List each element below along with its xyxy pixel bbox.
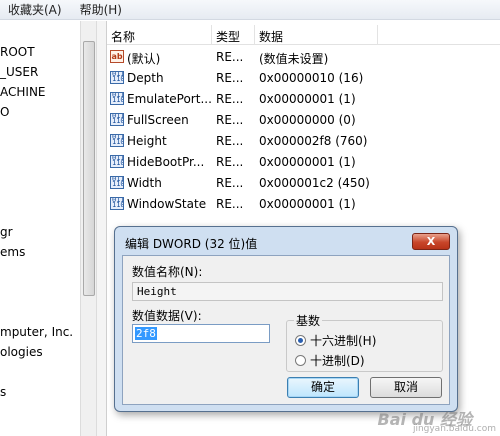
column-divider[interactable] [377, 25, 378, 45]
registry-tree: ROOT _USER ACHINE O gr ems mputer, Inc. … [0, 21, 80, 436]
value-data-label: 数值数据(V): [132, 309, 202, 323]
list-item[interactable]: 011 110 Width RE... 0x000001c2 (450) [107, 173, 500, 194]
close-button[interactable]: X [412, 233, 450, 250]
value-name: Width [127, 176, 162, 190]
value-name: WindowState [127, 197, 207, 211]
value-type: RE... [216, 155, 244, 169]
pane-splitter[interactable] [97, 21, 107, 436]
scrollbar-thumb[interactable] [83, 41, 95, 296]
value-type: RE... [216, 50, 244, 64]
dword-value-icon: 011 110 [110, 92, 124, 105]
value-type: RE... [216, 92, 244, 106]
tree-item[interactable]: ologies [0, 345, 43, 359]
dword-value-icon: 011 110 [110, 197, 124, 210]
menu-bar: 收藏夹(A) 帮助(H) [0, 0, 500, 20]
value-data: 0x00000001 (1) [259, 92, 356, 106]
tree-item[interactable]: O [0, 105, 9, 119]
dword-value-icon: 011 110 [110, 113, 124, 126]
list-item[interactable]: 011 110 HideBootPr... RE... 0x00000001 (1… [107, 152, 500, 173]
dword-value-icon: 011 110 [110, 134, 124, 147]
value-name: FullScreen [127, 113, 189, 127]
value-name: (默认) [127, 52, 161, 66]
list-item[interactable]: 011 110 WindowState RE... 0x00000001 (1) [107, 194, 500, 215]
radio-decimal-label: 十进制(D) [310, 354, 365, 368]
value-data: 0x00000001 (1) [259, 197, 356, 211]
value-data: 0x00000001 (1) [259, 155, 356, 169]
list-header: 名称 类型 数据 [107, 25, 500, 45]
dword-value-icon: 011 110 [110, 155, 124, 168]
value-name: Depth [127, 71, 164, 85]
tree-item[interactable]: ACHINE [0, 85, 46, 99]
value-name: EmulatePort... [127, 92, 212, 106]
dialog-body: 数值名称(N): Height 数值数据(V): 2f8 基数 十六进制(H) … [122, 255, 450, 405]
radio-unselected-icon[interactable] [295, 355, 306, 366]
value-name-label: 数值名称(N): [132, 265, 203, 279]
list-item[interactable]: 011 110 Height RE... 0x000002f8 (760) [107, 131, 500, 152]
value-data: 0x000002f8 (760) [259, 134, 368, 148]
column-divider[interactable] [254, 25, 255, 45]
tree-item[interactable]: ems [0, 245, 25, 259]
value-type: RE... [216, 71, 244, 85]
base-label: 基数 [294, 312, 323, 329]
tree-item[interactable]: gr [0, 225, 13, 239]
menu-favorites[interactable]: 收藏夹(A) [8, 1, 62, 18]
close-icon: X [426, 235, 436, 248]
column-name-header[interactable]: 名称 [111, 28, 135, 45]
tree-item[interactable]: s [0, 385, 6, 399]
dialog-title: 编辑 DWORD (32 位)值 [125, 237, 258, 251]
watermark-url: jingyan.baidu.com [412, 424, 496, 434]
value-name: Height [127, 134, 167, 148]
value-data: 0x00000010 (16) [259, 71, 364, 85]
menu-help[interactable]: 帮助(H) [80, 1, 122, 18]
value-data-input[interactable]: 2f8 [132, 324, 270, 343]
cancel-button[interactable]: 取消 [370, 377, 442, 398]
tree-item[interactable]: _USER [0, 65, 38, 79]
base-groupbox: 基数 十六进制(H) 十进制(D) [286, 312, 443, 372]
column-type-header[interactable]: 类型 [216, 28, 240, 45]
value-data-text: 2f8 [135, 327, 157, 340]
value-data: (数值未设置) [259, 52, 329, 66]
edit-dword-dialog: 编辑 DWORD (32 位)值 X 数值名称(N): Height 数值数据(… [114, 226, 458, 412]
ok-button[interactable]: 确定 [287, 377, 359, 398]
value-type: RE... [216, 113, 244, 127]
tree-scrollbar[interactable] [80, 21, 97, 436]
value-data: 0x000001c2 (450) [259, 176, 370, 190]
list-item[interactable]: ab (默认) RE... (数值未设置) [107, 47, 500, 68]
column-data-header[interactable]: 数据 [259, 28, 283, 45]
radio-decimal[interactable]: 十进制(D) [295, 352, 365, 369]
radio-hex[interactable]: 十六进制(H) [295, 332, 376, 349]
string-value-icon: ab [110, 50, 124, 63]
column-divider[interactable] [211, 25, 212, 45]
dword-value-icon: 011 110 [110, 176, 124, 189]
radio-selected-icon[interactable] [295, 335, 306, 346]
value-data: 0x00000000 (0) [259, 113, 356, 127]
value-type: RE... [216, 197, 244, 211]
value-name: HideBootPr... [127, 155, 205, 169]
list-item[interactable]: 011 110 Depth RE... 0x00000010 (16) [107, 68, 500, 89]
value-type: RE... [216, 176, 244, 190]
tree-item[interactable]: ROOT [0, 45, 35, 59]
dword-value-icon: 011 110 [110, 71, 124, 84]
list-item[interactable]: 011 110 FullScreen RE... 0x00000000 (0) [107, 110, 500, 131]
value-name-field: Height [132, 282, 443, 301]
tree-item[interactable]: mputer, Inc. [0, 325, 73, 339]
radio-hex-label: 十六进制(H) [310, 334, 377, 348]
value-type: RE... [216, 134, 244, 148]
list-item[interactable]: 011 110 EmulatePort... RE... 0x00000001 (… [107, 89, 500, 110]
